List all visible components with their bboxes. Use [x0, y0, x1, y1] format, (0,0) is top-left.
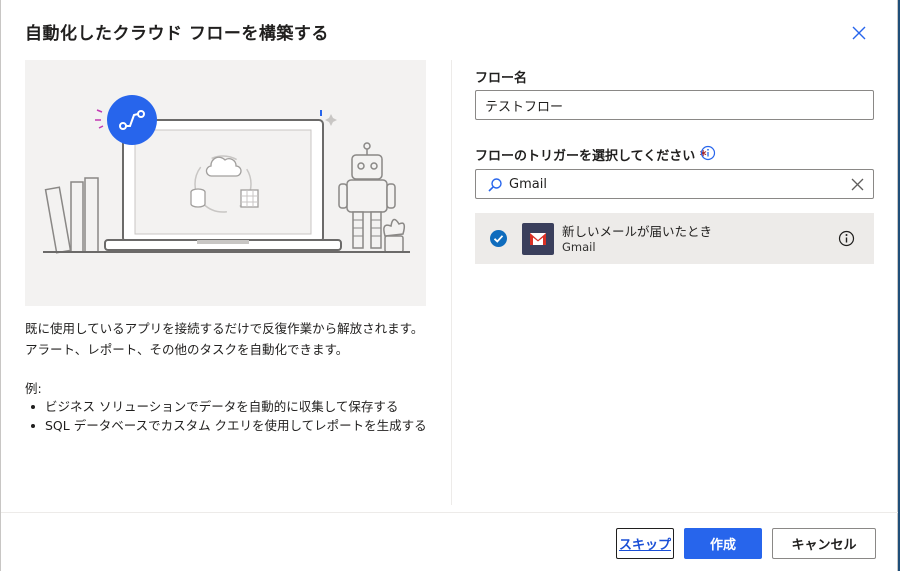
illustration-graphic — [43, 95, 410, 254]
info-icon[interactable] — [700, 145, 716, 161]
trigger-search-input[interactable] — [476, 170, 848, 198]
info-icon[interactable] — [838, 230, 855, 247]
search-icon — [488, 178, 502, 192]
gmail-icon — [530, 233, 546, 245]
description-text: 既に使用しているアプリを接続するだけで反復作業から解放されます。アラート、レポー… — [25, 321, 424, 357]
list-item: SQL データベースでカスタム クエリを使用してレポートを生成する — [25, 416, 427, 435]
dialog-title: 自動化したクラウド フローを構築する — [25, 24, 329, 44]
close-icon[interactable] — [848, 22, 870, 44]
trigger-option-row[interactable]: 新しいメールが届いたとき Gmail — [475, 213, 874, 264]
flow-name-field[interactable] — [475, 90, 874, 120]
create-button[interactable]: 作成 — [684, 528, 762, 559]
database-icon — [190, 188, 206, 208]
flow-name-input[interactable] — [476, 91, 864, 119]
table-icon — [240, 189, 259, 208]
examples-label: 例: — [25, 381, 42, 396]
examples-list: ビジネス ソリューションでデータを自動的に収集して保存する SQL データベース… — [25, 397, 427, 435]
create-flow-dialog: 自動化したクラウド フローを構築する 既に使用しているアプリを接続するだけで反復… — [0, 0, 899, 571]
skip-button[interactable]: スキップ — [616, 528, 674, 559]
check-icon — [490, 230, 507, 247]
flow-name-label: フロー名 — [475, 71, 528, 86]
trigger-label-text: フローのトリガーを選択してください — [475, 149, 696, 164]
trigger-connector: Gmail — [562, 240, 596, 254]
clear-icon[interactable] — [851, 178, 864, 191]
illustration — [25, 60, 426, 306]
trigger-name: 新しいメールが届いたとき — [562, 224, 713, 239]
footer-divider — [1, 512, 899, 513]
trigger-search-field[interactable] — [475, 169, 874, 199]
flow-icon — [107, 95, 157, 145]
cancel-button[interactable]: キャンセル — [772, 528, 876, 559]
vertical-divider — [451, 60, 452, 505]
trigger-label: フローのトリガーを選択してください * — [475, 145, 707, 164]
gmail-connector-tile — [522, 223, 554, 255]
list-item: ビジネス ソリューションでデータを自動的に収集して保存する — [25, 397, 427, 416]
